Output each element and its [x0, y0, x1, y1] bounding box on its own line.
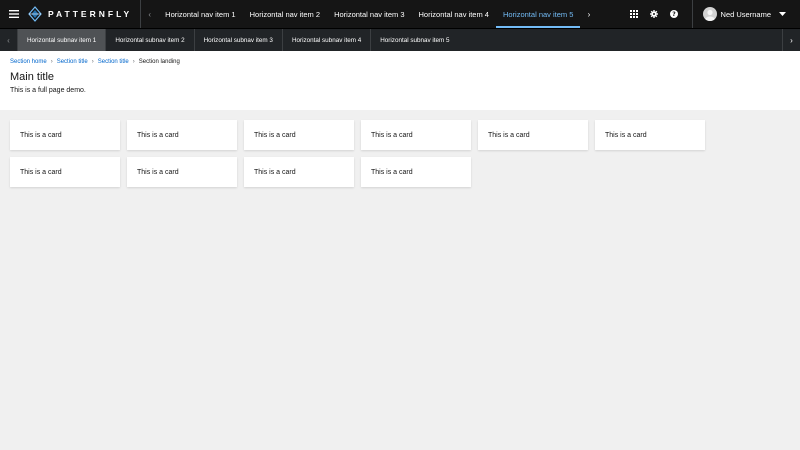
breadcrumb-link-section-title-1[interactable]: Section title	[57, 59, 88, 65]
settings-button[interactable]	[644, 0, 664, 28]
chevron-right-icon: ›	[132, 59, 135, 65]
horizontal-nav: ‹ Horizontal nav item 1 Horizontal nav i…	[140, 0, 623, 28]
hamburger-icon	[9, 10, 19, 18]
nav-item-1[interactable]: Horizontal nav item 1	[158, 0, 242, 28]
gear-icon	[649, 10, 658, 18]
subnav-item-3[interactable]: Horizontal subnav item 3	[195, 29, 283, 51]
subnav-scroll-left-button[interactable]: ‹	[0, 29, 18, 51]
nav-item-3[interactable]: Horizontal nav item 3	[327, 0, 411, 28]
user-dropdown[interactable]: Ned Username	[691, 0, 800, 28]
breadcrumb-link-section-home[interactable]: Section home	[10, 59, 47, 65]
card[interactable]: This is a card	[361, 157, 471, 187]
caret-down-icon	[779, 11, 786, 16]
subnav-item-5[interactable]: Horizontal subnav item 5	[371, 29, 458, 51]
patternfly-logo-icon	[28, 6, 42, 22]
subnav-item-4[interactable]: Horizontal subnav item 4	[283, 29, 372, 51]
page-description: This is a full page demo.	[10, 87, 86, 94]
chevron-left-icon: ‹	[148, 9, 151, 19]
brand-name: PATTERNFLY	[48, 9, 133, 19]
card[interactable]: This is a card	[244, 157, 354, 187]
card[interactable]: This is a card	[127, 157, 237, 187]
subnav-scroll-right-button[interactable]: ›	[782, 29, 800, 51]
app-launcher-button[interactable]	[624, 0, 644, 28]
card[interactable]: This is a card	[595, 120, 705, 150]
page-header: Section home › Section title › Section t…	[0, 51, 800, 110]
subnav-item-2[interactable]: Horizontal subnav item 2	[106, 29, 195, 51]
nav-item-2[interactable]: Horizontal nav item 2	[243, 0, 327, 28]
chevron-right-icon: ›	[587, 9, 591, 19]
nav-scroll-left-button[interactable]: ‹	[141, 0, 158, 28]
brand-logo[interactable]: PATTERNFLY	[28, 0, 140, 28]
chevron-left-icon: ‹	[7, 35, 10, 45]
card[interactable]: This is a card	[361, 120, 471, 150]
help-icon: ?	[669, 10, 678, 18]
subnav-item-1[interactable]: Horizontal subnav item 1	[18, 29, 107, 51]
horizontal-subnav: ‹ Horizontal subnav item 1 Horizontal su…	[0, 29, 800, 51]
card[interactable]: This is a card	[10, 157, 120, 187]
chevron-right-icon: ›	[91, 59, 94, 65]
masthead: PATTERNFLY ‹ Horizontal nav item 1 Horiz…	[0, 0, 800, 29]
card-gallery: This is a card This is a card This is a …	[0, 110, 800, 197]
svg-text:?: ?	[672, 11, 676, 18]
breadcrumb-link-section-title-2[interactable]: Section title	[98, 59, 129, 65]
breadcrumb: Section home › Section title › Section t…	[10, 59, 790, 65]
user-avatar-icon	[704, 9, 715, 21]
nav-item-4[interactable]: Horizontal nav item 4	[412, 0, 496, 28]
card[interactable]: This is a card	[10, 120, 120, 150]
grid-icon	[629, 10, 638, 18]
chevron-right-icon: ›	[790, 35, 793, 45]
menu-toggle-button[interactable]	[0, 0, 28, 28]
page-title: Main title	[10, 71, 55, 83]
header-tools: ? Ned Username	[624, 0, 800, 28]
breadcrumb-current: Section landing	[138, 59, 180, 65]
help-button[interactable]: ?	[664, 0, 684, 28]
chevron-right-icon: ›	[50, 59, 53, 65]
avatar	[702, 7, 717, 21]
card[interactable]: This is a card	[244, 120, 354, 150]
card[interactable]: This is a card	[478, 120, 588, 150]
nav-item-5[interactable]: Horizontal nav item 5	[495, 0, 581, 28]
user-name: Ned Username	[720, 9, 771, 19]
card[interactable]: This is a card	[127, 120, 237, 150]
nav-scroll-right-button[interactable]: ›	[580, 0, 597, 28]
